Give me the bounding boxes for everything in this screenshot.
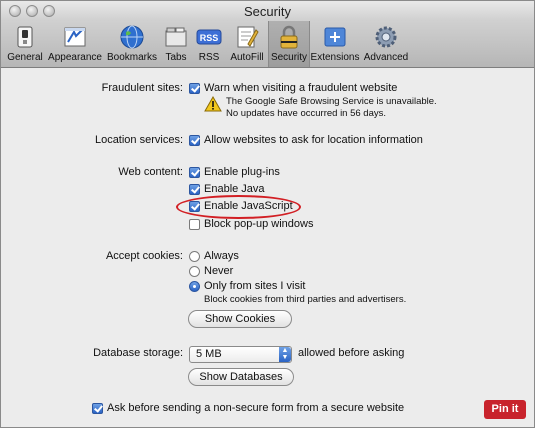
toolbar-tabs[interactable]: Tabs [161,21,191,67]
warn-fraudulent-checkbox[interactable] [189,83,200,94]
database-storage-label: Database storage: [93,347,183,359]
toolbar-advanced[interactable]: Advanced [362,21,410,67]
cookies-never-label[interactable]: Never [204,265,233,277]
toolbar-general[interactable]: General [5,21,45,67]
autofill-icon [237,26,259,48]
javascript-highlight-oval [176,195,301,219]
tabs-icon [165,27,187,47]
toolbar-bookmarks[interactable]: Bookmarks [105,21,159,67]
cookies-always-label[interactable]: Always [204,250,239,262]
cookies-never-radio[interactable] [189,266,200,277]
safe-browsing-warning-line2: No updates have occurred in 56 days. [226,108,387,119]
toolbar-autofill[interactable]: AutoFill [227,21,267,67]
accept-cookies-label: Accept cookies: [105,250,183,262]
rss-icon: RSS [196,29,222,45]
allow-location-label[interactable]: Allow websites to ask for location infor… [204,134,423,146]
preferences-toolbar: General Appearance Bookmarks Tabs RSS RS… [1,21,534,68]
block-popups-checkbox[interactable] [189,219,200,230]
appearance-icon [64,27,86,47]
toolbar-security[interactable]: Security [268,21,310,67]
toolbar-rss[interactable]: RSS RSS [193,21,225,67]
enable-plugins-checkbox[interactable] [189,167,200,178]
database-storage-value: 5 MB [196,348,222,360]
cookies-note: Block cookies from third parties and adv… [204,294,407,305]
allow-location-checkbox[interactable] [189,135,200,146]
database-storage-suffix: allowed before asking [298,347,405,359]
web-content-label: Web content: [118,166,183,178]
warning-icon [204,96,222,112]
cookies-always-radio[interactable] [189,251,200,262]
cookies-only-visited-label[interactable]: Only from sites I visit [204,280,305,292]
warn-fraudulent-label[interactable]: Warn when visiting a fraudulent website [204,82,397,94]
pin-it-button[interactable]: Pin it [484,400,526,419]
enable-java-checkbox[interactable] [189,184,200,195]
toolbar-extensions[interactable]: Extensions [310,21,360,67]
svg-text:RSS: RSS [200,33,219,43]
globe-icon [120,25,144,49]
safe-browsing-warning-line1: The Google Safe Browsing Service is unav… [226,96,437,107]
general-switch-icon [17,26,33,48]
block-popups-label[interactable]: Block pop-up windows [204,218,313,230]
database-storage-select[interactable]: 5 MB ▲ ▼ [189,346,292,363]
gear-icon [375,26,397,48]
preferences-window: Security General Appearance Bookmarks Ta… [0,0,535,428]
window-title: Security [244,4,291,19]
extensions-icon [324,27,346,47]
location-services-label: Location services: [94,134,183,146]
enable-plugins-label[interactable]: Enable plug-ins [204,166,280,178]
security-pane: Fraudulent sites: Warn when visiting a f… [1,68,534,427]
fraudulent-sites-label: Fraudulent sites: [101,82,183,94]
show-databases-button[interactable]: Show Databases [188,368,294,386]
cookies-only-visited-radio[interactable] [189,281,200,292]
nonsecure-form-label[interactable]: Ask before sending a non-secure form fro… [107,402,404,414]
nonsecure-form-checkbox[interactable] [92,403,103,414]
title-bar: Security [1,1,534,21]
show-cookies-button[interactable]: Show Cookies [188,310,292,328]
lock-icon [280,25,298,49]
select-arrows-icon: ▲ ▼ [279,347,291,362]
enable-java-label[interactable]: Enable Java [204,183,265,195]
toolbar-appearance[interactable]: Appearance [47,21,103,67]
